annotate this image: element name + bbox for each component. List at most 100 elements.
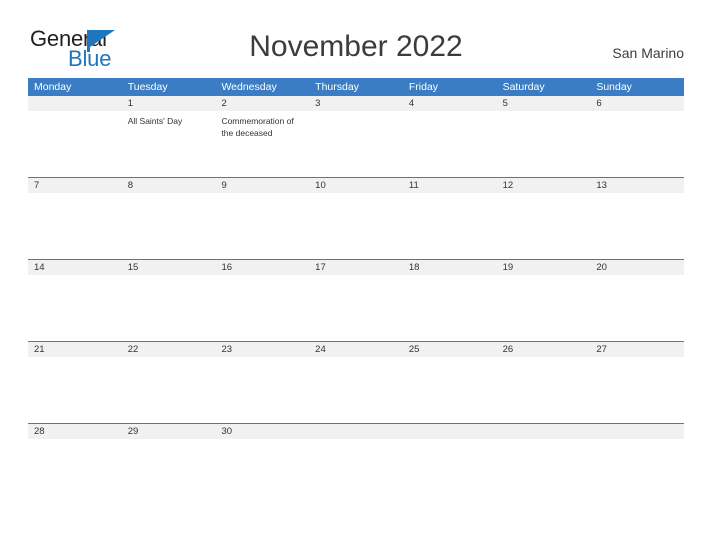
calendar-week-row: 21 22 23 24 25 26 27 — [28, 341, 684, 423]
day-cell-25[interactable] — [403, 357, 497, 423]
day-cell-10[interactable] — [309, 193, 403, 259]
day-number-empty — [590, 424, 684, 439]
event-label: Commemoration of the deceased — [221, 116, 294, 138]
day-number-27[interactable]: 27 — [590, 342, 684, 357]
day-number-16[interactable]: 16 — [215, 260, 309, 275]
day-cell-28[interactable] — [28, 439, 122, 505]
day-cell-empty — [497, 439, 591, 505]
day-number-12[interactable]: 12 — [497, 178, 591, 193]
day-cell-empty — [309, 439, 403, 505]
weekday-header-sunday: Sunday — [596, 81, 632, 93]
day-number-3[interactable]: 3 — [309, 96, 403, 111]
day-cell-empty — [590, 439, 684, 505]
calendar-week-row: 1 2 3 4 5 6 All Saints' Day Commemoration of th… — [28, 96, 684, 177]
day-cell-30[interactable] — [215, 439, 309, 505]
day-number-9[interactable]: 9 — [215, 178, 309, 193]
day-number-empty — [497, 424, 591, 439]
day-cell-empty — [28, 111, 122, 177]
day-cell-23[interactable] — [215, 357, 309, 423]
event-content-row — [28, 193, 684, 259]
day-cell-7[interactable] — [28, 193, 122, 259]
day-cell-13[interactable] — [590, 193, 684, 259]
event-content-row: All Saints' Day Commemoration of the dece… — [28, 111, 684, 177]
day-cell-26[interactable] — [497, 357, 591, 423]
day-number-25[interactable]: 25 — [403, 342, 497, 357]
event-content-row — [28, 357, 684, 423]
day-number-4[interactable]: 4 — [403, 96, 497, 111]
day-number-10[interactable]: 10 — [309, 178, 403, 193]
day-number-24[interactable]: 24 — [309, 342, 403, 357]
day-number-8[interactable]: 8 — [122, 178, 216, 193]
day-number-21[interactable]: 21 — [28, 342, 122, 357]
calendar-week-row: 14 15 16 17 18 19 20 — [28, 259, 684, 341]
day-cell-4[interactable] — [403, 111, 497, 177]
day-cell-3[interactable] — [309, 111, 403, 177]
day-cell-1[interactable]: All Saints' Day — [122, 111, 216, 177]
weekday-header-thursday: Thursday — [315, 81, 359, 93]
calendar-week-row: 28 29 30 — [28, 423, 684, 505]
day-number-26[interactable]: 26 — [497, 342, 591, 357]
day-number-28[interactable]: 28 — [28, 424, 122, 439]
day-number-30[interactable]: 30 — [215, 424, 309, 439]
calendar-page: General Blue November 2022 San Marino Mo… — [0, 0, 712, 550]
weekday-header-saturday: Saturday — [502, 81, 545, 93]
day-cell-24[interactable] — [309, 357, 403, 423]
date-number-row: 28 29 30 — [28, 424, 684, 439]
date-number-row: 7 8 9 10 11 12 13 — [28, 178, 684, 193]
day-number-11[interactable]: 11 — [403, 178, 497, 193]
day-number-17[interactable]: 17 — [309, 260, 403, 275]
day-number-7[interactable]: 7 — [28, 178, 122, 193]
day-cell-5[interactable] — [497, 111, 591, 177]
day-cell-27[interactable] — [590, 357, 684, 423]
day-number-22[interactable]: 22 — [122, 342, 216, 357]
page-title: November 2022 — [249, 30, 463, 63]
date-number-row: 21 22 23 24 25 26 27 — [28, 342, 684, 357]
country-label: San Marino — [612, 45, 684, 61]
weekday-header-tuesday: Tuesday — [127, 81, 168, 93]
day-number-23[interactable]: 23 — [215, 342, 309, 357]
calendar-grid: Monday Tuesday Wednesday Thursday Friday Satu… — [28, 78, 684, 505]
day-cell-9[interactable] — [215, 193, 309, 259]
day-cell-19[interactable] — [497, 275, 591, 341]
day-number-6[interactable]: 6 — [590, 96, 684, 111]
day-cell-18[interactable] — [403, 275, 497, 341]
page-header: General Blue November 2022 San Marino — [0, 0, 712, 70]
day-number-empty — [309, 424, 403, 439]
day-number-14[interactable]: 14 — [28, 260, 122, 275]
day-cell-empty — [403, 439, 497, 505]
calendar-week-row: 7 8 9 10 11 12 13 — [28, 177, 684, 259]
day-number-empty — [403, 424, 497, 439]
event-content-row — [28, 275, 684, 341]
weekday-header-wednesday: Wednesday — [221, 81, 277, 93]
day-number-5[interactable]: 5 — [497, 96, 591, 111]
day-cell-21[interactable] — [28, 357, 122, 423]
calendar-weeks: 1 2 3 4 5 6 All Saints' Day Commemoration of th… — [28, 96, 684, 505]
weekday-header-friday: Friday — [408, 81, 439, 93]
day-number-20[interactable]: 20 — [590, 260, 684, 275]
event-content-row — [28, 439, 684, 505]
day-cell-12[interactable] — [497, 193, 591, 259]
day-cell-2[interactable]: Commemoration of the deceased — [215, 111, 309, 177]
day-cell-29[interactable] — [122, 439, 216, 505]
day-cell-17[interactable] — [309, 275, 403, 341]
day-number-29[interactable]: 29 — [122, 424, 216, 439]
event-label: All Saints' Day — [127, 116, 183, 126]
day-number-18[interactable]: 18 — [403, 260, 497, 275]
day-cell-11[interactable] — [403, 193, 497, 259]
date-number-row: 14 15 16 17 18 19 20 — [28, 260, 684, 275]
day-number-13[interactable]: 13 — [590, 178, 684, 193]
day-cell-15[interactable] — [122, 275, 216, 341]
day-number-19[interactable]: 19 — [497, 260, 591, 275]
weekday-header-monday: Monday — [34, 81, 72, 93]
day-number-2[interactable]: 2 — [215, 96, 309, 111]
day-cell-6[interactable] — [590, 111, 684, 177]
weekday-header-row: Monday Tuesday Wednesday Thursday Friday Satu… — [28, 78, 684, 96]
day-cell-16[interactable] — [215, 275, 309, 341]
day-cell-22[interactable] — [122, 357, 216, 423]
day-number-1[interactable]: 1 — [122, 96, 216, 111]
day-cell-20[interactable] — [590, 275, 684, 341]
day-cell-8[interactable] — [122, 193, 216, 259]
day-cell-14[interactable] — [28, 275, 122, 341]
date-number-row: 123456 — [28, 96, 684, 111]
day-number-15[interactable]: 15 — [122, 260, 216, 275]
